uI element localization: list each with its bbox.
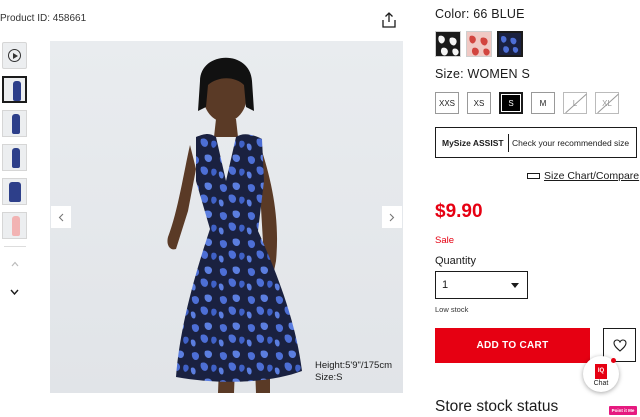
product-price: $9.90 (435, 201, 483, 222)
color-label: Color: 66 BLUE (435, 7, 525, 21)
mysize-divider (508, 133, 509, 152)
image-prev-button[interactable] (51, 206, 71, 228)
size-label-prefix: Size: (435, 67, 464, 81)
thumbnail-3[interactable] (2, 144, 27, 171)
quantity-label: Quantity (435, 255, 476, 267)
color-swatches (435, 31, 523, 57)
product-main-image: Height:5'9"/175cm Size:S (50, 41, 403, 393)
play-icon (8, 49, 21, 62)
thumbnail-list (2, 42, 30, 313)
size-chart-label: Size Chart/Compare (544, 170, 640, 182)
product-id: Product ID: 458661 (0, 13, 87, 24)
model-height: Height:5'9"/175cm (315, 360, 393, 371)
share-icon (382, 12, 396, 28)
chevron-right-icon (389, 213, 395, 221)
caret-down-icon (511, 282, 519, 288)
chat-widget[interactable]: IQ Chat (583, 356, 619, 392)
quantity-select[interactable]: 1 (435, 271, 528, 299)
model-size: Size:S (315, 372, 343, 383)
share-button[interactable] (381, 11, 397, 29)
add-to-cart-button[interactable]: ADD TO CART (435, 328, 590, 363)
size-option-xs[interactable]: XS (467, 92, 491, 114)
thumbnail-scroll-down[interactable] (2, 285, 27, 299)
model-caption: Height:5'9"/175cm Size:S (315, 360, 392, 384)
model-photo (167, 57, 302, 393)
thumbnail-video[interactable] (2, 42, 27, 69)
chevron-down-icon (10, 289, 19, 295)
color-selected-value: 66 BLUE (473, 7, 525, 21)
thumbnail-5[interactable] (2, 212, 27, 239)
point-badge[interactable]: Point it Me (609, 406, 637, 415)
size-label: Size: WOMEN S (435, 67, 530, 81)
thumbnail-1[interactable] (2, 76, 27, 103)
thumbnail-scroll-up[interactable] (2, 257, 27, 271)
thumbnail-4[interactable] (2, 178, 27, 205)
size-selected-value: WOMEN S (467, 67, 530, 81)
sale-label: Sale (435, 235, 455, 246)
size-options: XXS XS S M L XL (435, 92, 619, 114)
color-label-prefix: Color: (435, 7, 470, 21)
chat-notification-dot (611, 358, 616, 363)
ruler-icon (527, 173, 540, 179)
quantity-value: 1 (442, 279, 449, 291)
stock-note: Low stock (435, 305, 469, 314)
mysize-assist-button[interactable]: MySize ASSIST Check your recommended siz… (435, 127, 637, 158)
mysize-text: Check your recommended size (512, 137, 630, 148)
heart-icon (612, 338, 627, 352)
color-swatch-pink[interactable] (466, 31, 492, 57)
thumbnail-divider (4, 246, 26, 247)
chat-logo: IQ (595, 363, 607, 379)
image-next-button[interactable] (382, 206, 402, 228)
size-option-m[interactable]: M (531, 92, 555, 114)
size-option-s[interactable]: S (499, 92, 523, 114)
size-option-l[interactable]: L (563, 92, 587, 114)
mysize-brand: MySize ASSIST (442, 137, 504, 148)
chat-label: Chat (593, 379, 609, 387)
size-option-xxs[interactable]: XXS (435, 92, 459, 114)
size-chart-link[interactable]: Size Chart/Compare (527, 170, 639, 182)
thumbnail-2[interactable] (2, 110, 27, 137)
store-stock-heading: Store stock status (435, 398, 559, 415)
chevron-left-icon (58, 213, 64, 221)
size-option-xl[interactable]: XL (595, 92, 619, 114)
color-swatch-blue[interactable] (497, 31, 523, 57)
color-swatch-black[interactable] (435, 31, 461, 57)
chevron-up-icon (11, 261, 18, 267)
